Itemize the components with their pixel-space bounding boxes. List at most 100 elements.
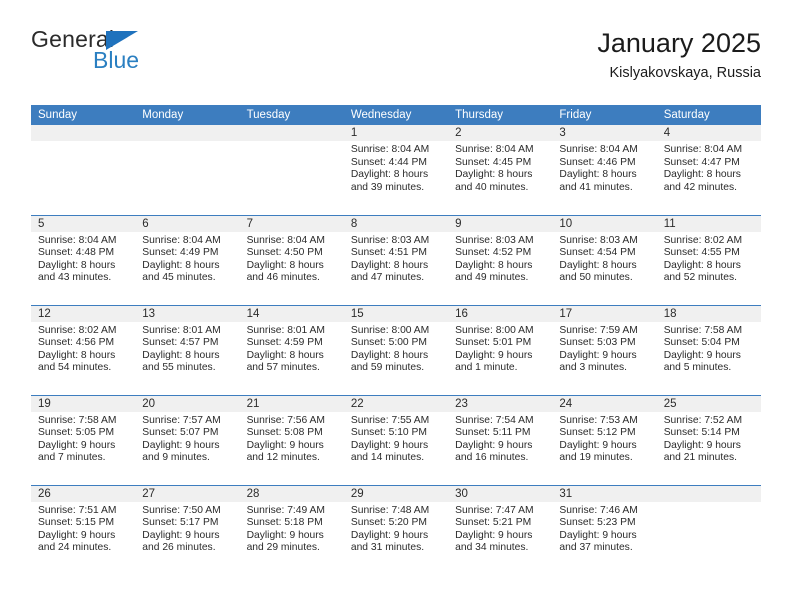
day-cell-inner: 6 Sunrise: 8:04 AM Sunset: 4:49 PM Daylight…	[135, 215, 240, 305]
day-sun-details: Sunrise: 7:53 AM Sunset: 5:12 PM Daylight:…	[552, 412, 656, 465]
daylight-duration-hours: Daylight: 9 hours	[350, 439, 429, 451]
calendar-day-cell[interactable]: 3 Sunrise: 8:04 AM Sunset: 4:46 PM Daylight…	[552, 125, 657, 215]
weekday-header-saturday: Saturday	[656, 105, 761, 125]
calendar-day-cell[interactable]: 31 Sunrise: 7:46 AM Sunset: 5:23 PM Dayligh…	[552, 484, 657, 575]
sunset-time: Sunset: 5:12 PM	[559, 427, 636, 439]
daylight-duration-minutes: and 57 minutes.	[246, 362, 320, 374]
day-sun-details: Sunrise: 7:49 AM Sunset: 5:18 PM Daylight:…	[240, 502, 344, 555]
day-number	[31, 125, 136, 141]
day-number: 20	[135, 395, 240, 412]
day-number: 17	[552, 305, 657, 322]
daylight-duration-hours: Daylight: 9 hours	[559, 529, 637, 541]
daylight-duration-minutes: and 7 minutes.	[38, 452, 106, 464]
day-cell-inner: 23 Sunrise: 7:54 AM Sunset: 5:11 PM Dayligh…	[448, 395, 553, 485]
sunset-time: Sunset: 5:05 PM	[38, 427, 115, 439]
day-number: 31	[552, 485, 657, 502]
sunrise-time: Sunrise: 8:02 AM	[38, 324, 117, 336]
day-sun-details: Sunrise: 8:02 AM Sunset: 4:56 PM Daylight:…	[31, 322, 135, 375]
calendar-day-cell[interactable]: 11 Sunrise: 8:02 AM Sunset: 4:55 PM Dayligh…	[656, 214, 761, 305]
day-number: 13	[135, 305, 240, 322]
calendar-day-cell[interactable]: 18 Sunrise: 7:58 AM Sunset: 5:04 PM Dayligh…	[656, 304, 761, 395]
calendar-day-cell-empty	[31, 125, 136, 215]
daylight-duration-hours: Daylight: 8 hours	[38, 259, 116, 271]
sunset-time: Sunset: 5:20 PM	[350, 517, 427, 529]
calendar-page: General Blue January 2025 Kislyakovskaya…	[0, 0, 792, 612]
calendar-day-cell[interactable]: 23 Sunrise: 7:54 AM Sunset: 5:11 PM Dayligh…	[448, 394, 553, 485]
day-cell-inner	[656, 485, 761, 576]
calendar-day-cell[interactable]: 30 Sunrise: 7:47 AM Sunset: 5:21 PM Dayligh…	[448, 484, 553, 575]
day-cell-inner	[135, 125, 240, 215]
day-number: 26	[31, 485, 136, 502]
day-number	[239, 125, 344, 141]
day-number: 22	[343, 395, 449, 412]
sunset-time: Sunset: 4:50 PM	[246, 247, 323, 259]
calendar-day-cell[interactable]: 10 Sunrise: 8:03 AM Sunset: 4:54 PM Dayligh…	[552, 214, 657, 305]
calendar-day-cell[interactable]: 21 Sunrise: 7:56 AM Sunset: 5:08 PM Dayligh…	[239, 394, 344, 485]
sunset-time: Sunset: 4:46 PM	[559, 156, 636, 168]
calendar-day-cell[interactable]: 12 Sunrise: 8:02 AM Sunset: 4:56 PM Dayligh…	[31, 304, 136, 395]
daylight-duration-hours: Daylight: 8 hours	[663, 169, 741, 181]
calendar-day-cell[interactable]: 22 Sunrise: 7:55 AM Sunset: 5:10 PM Dayligh…	[343, 394, 449, 485]
calendar-day-cell[interactable]: 29 Sunrise: 7:48 AM Sunset: 5:20 PM Dayligh…	[343, 484, 449, 575]
calendar-day-cell[interactable]: 17 Sunrise: 7:59 AM Sunset: 5:03 PM Dayligh…	[552, 304, 657, 395]
day-number: 29	[343, 485, 449, 502]
calendar-day-cell[interactable]: 2 Sunrise: 8:04 AM Sunset: 4:45 PM Daylight…	[448, 125, 553, 215]
daylight-duration-hours: Daylight: 8 hours	[455, 169, 533, 181]
calendar-day-cell[interactable]: 8 Sunrise: 8:03 AM Sunset: 4:51 PM Daylight…	[343, 214, 449, 305]
day-cell-inner: 21 Sunrise: 7:56 AM Sunset: 5:08 PM Dayligh…	[239, 395, 344, 485]
sunrise-time: Sunrise: 7:58 AM	[663, 324, 743, 336]
sunrise-time: Sunrise: 8:03 AM	[350, 234, 430, 246]
calendar-day-cell[interactable]: 28 Sunrise: 7:49 AM Sunset: 5:18 PM Dayligh…	[239, 484, 344, 576]
sunset-time: Sunset: 4:55 PM	[663, 247, 740, 259]
daylight-duration-hours: Daylight: 9 hours	[142, 529, 220, 541]
daylight-duration-minutes: and 41 minutes.	[559, 181, 633, 193]
daylight-duration-minutes: and 52 minutes.	[663, 272, 737, 284]
calendar-day-cell[interactable]: 7 Sunrise: 8:04 AM Sunset: 4:50 PM Daylight…	[239, 214, 344, 305]
daylight-duration-hours: Daylight: 9 hours	[663, 439, 741, 451]
sunrise-time: Sunrise: 7:47 AM	[455, 504, 534, 516]
calendar-day-cell[interactable]: 27 Sunrise: 7:50 AM Sunset: 5:17 PM Dayligh…	[135, 484, 240, 575]
sunrise-time: Sunrise: 8:01 AM	[142, 324, 221, 336]
calendar-day-cell[interactable]: 20 Sunrise: 7:57 AM Sunset: 5:07 PM Dayligh…	[135, 394, 240, 485]
daylight-duration-hours: Daylight: 9 hours	[455, 349, 533, 361]
weekday-header-friday: Friday	[552, 105, 657, 125]
calendar-day-cell[interactable]: 14 Sunrise: 8:01 AM Sunset: 4:59 PM Dayligh…	[239, 304, 344, 395]
calendar-day-cell[interactable]: 13 Sunrise: 8:01 AM Sunset: 4:57 PM Dayligh…	[135, 304, 240, 395]
sunrise-time: Sunrise: 8:04 AM	[663, 144, 743, 155]
calendar-day-cell[interactable]: 1 Sunrise: 8:04 AM Sunset: 4:44 PM Daylight…	[343, 125, 449, 215]
day-cell-inner: 4 Sunrise: 8:04 AM Sunset: 4:47 PM Daylight…	[656, 125, 761, 215]
day-cell-inner: 28 Sunrise: 7:49 AM Sunset: 5:18 PM Dayligh…	[239, 485, 344, 576]
day-sun-details: Sunrise: 7:56 AM Sunset: 5:08 PM Daylight:…	[240, 412, 344, 465]
page-subtitle: Kislyakovskaya, Russia	[609, 64, 762, 81]
day-cell-inner: 19 Sunrise: 7:58 AM Sunset: 5:05 PM Dayligh…	[31, 395, 136, 485]
sunset-time: Sunset: 5:00 PM	[350, 337, 427, 349]
day-sun-details: Sunrise: 7:59 AM Sunset: 5:03 PM Daylight:…	[552, 322, 656, 375]
daylight-duration-hours: Daylight: 8 hours	[142, 259, 220, 271]
day-number: 11	[656, 215, 761, 232]
daylight-duration-hours: Daylight: 9 hours	[559, 439, 637, 451]
calendar-day-cell[interactable]: 24 Sunrise: 7:53 AM Sunset: 5:12 PM Dayligh…	[552, 394, 657, 485]
daylight-duration-minutes: and 24 minutes.	[38, 542, 112, 554]
sunrise-time: Sunrise: 7:50 AM	[142, 504, 221, 516]
daylight-duration-hours: Daylight: 8 hours	[559, 259, 637, 271]
calendar-day-cell[interactable]: 9 Sunrise: 8:03 AM Sunset: 4:52 PM Daylight…	[448, 214, 553, 305]
calendar-day-cell[interactable]: 4 Sunrise: 8:04 AM Sunset: 4:47 PM Daylight…	[656, 125, 761, 215]
daylight-duration-hours: Daylight: 9 hours	[350, 529, 429, 541]
daylight-duration-minutes: and 59 minutes.	[350, 362, 425, 374]
daylight-duration-minutes: and 34 minutes.	[455, 542, 529, 554]
calendar-day-cell[interactable]: 15 Sunrise: 8:00 AM Sunset: 5:00 PM Dayligh…	[343, 304, 449, 395]
calendar-day-cell[interactable]: 19 Sunrise: 7:58 AM Sunset: 5:05 PM Dayligh…	[31, 394, 136, 485]
calendar-day-cell[interactable]: 25 Sunrise: 7:52 AM Sunset: 5:14 PM Dayligh…	[656, 394, 761, 485]
day-sun-details: Sunrise: 8:00 AM Sunset: 5:00 PM Daylight:…	[344, 322, 448, 375]
sunrise-time: Sunrise: 7:58 AM	[38, 414, 117, 426]
calendar-day-cell[interactable]: 16 Sunrise: 8:00 AM Sunset: 5:01 PM Dayligh…	[448, 304, 553, 395]
calendar-week-row: 12 Sunrise: 8:02 AM Sunset: 4:56 PM Dayligh…	[31, 304, 761, 395]
daylight-duration-minutes: and 3 minutes.	[559, 362, 627, 374]
calendar-day-cell[interactable]: 5 Sunrise: 8:04 AM Sunset: 4:48 PM Daylight…	[31, 214, 136, 305]
day-sun-details: Sunrise: 8:04 AM Sunset: 4:48 PM Daylight:…	[31, 232, 135, 285]
calendar-day-cell[interactable]: 26 Sunrise: 7:51 AM Sunset: 5:15 PM Dayligh…	[31, 484, 136, 575]
brand-logo[interactable]: General Blue	[31, 28, 261, 86]
calendar-day-cell[interactable]: 6 Sunrise: 8:04 AM Sunset: 4:49 PM Daylight…	[135, 214, 240, 305]
day-sun-details: Sunrise: 7:58 AM Sunset: 5:05 PM Daylight:…	[31, 412, 135, 465]
day-number: 25	[656, 395, 761, 412]
